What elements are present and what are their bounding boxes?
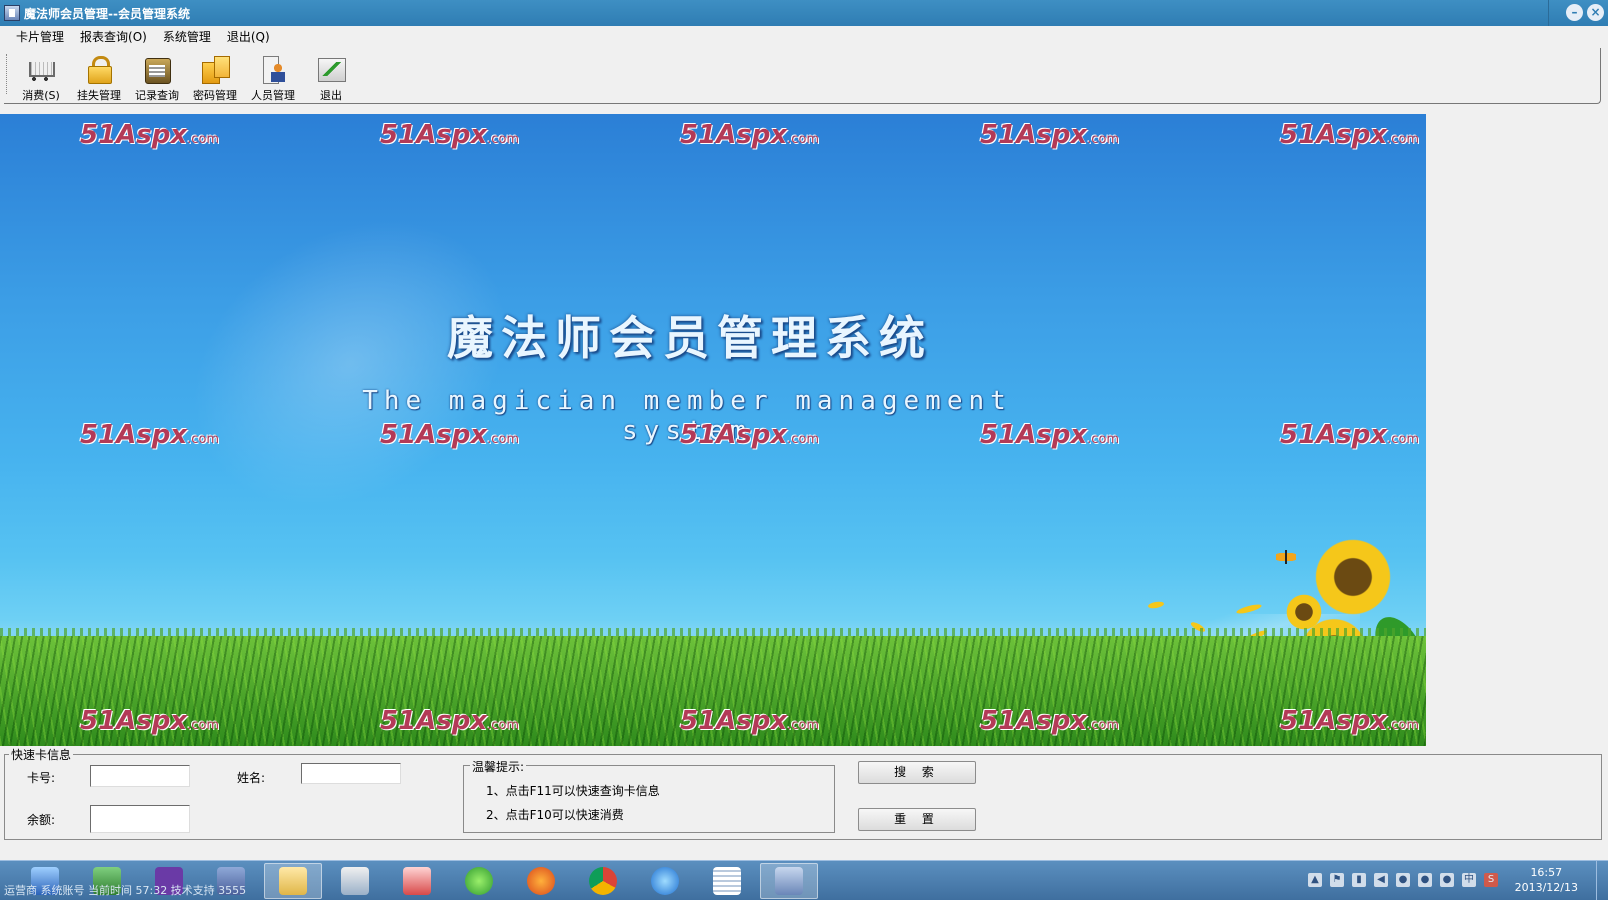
watermark: 51Aspx.com [680,420,820,450]
refresh-icon [465,867,493,895]
tips-legend: 温馨提示: [470,758,527,775]
paint-icon [403,867,431,895]
taskbar-app-member-system[interactable] [760,863,818,899]
watermark: 51Aspx.com [980,120,1120,150]
name-input[interactable] [301,763,401,784]
menu-exit[interactable]: 退出(Q) [219,27,278,47]
tip-item: 1、点击F11可以快速查询卡信息 [486,784,660,798]
taskbar-clock[interactable]: 16:57 2013/12/13 [1515,865,1578,895]
app-tray-icon[interactable]: ● [1396,873,1410,887]
minimize-icon[interactable]: – [1566,4,1583,21]
watermark: 51Aspx.com [680,120,820,150]
staff-management-label: 人员管理 [251,89,295,102]
watermark: 51Aspx.com [680,706,820,736]
password-management-button[interactable]: 密码管理 [186,48,244,103]
welcome-banner: 51Aspx.com 51Aspx.com 51Aspx.com 51Aspx.… [0,114,1426,746]
toolbar-grip[interactable] [6,54,9,94]
watermark: 51Aspx.com [380,706,520,736]
ime-indicator[interactable]: 中 [1462,873,1476,887]
watermark: 51Aspx.com [80,120,220,150]
user-icon [258,54,288,84]
taskbar-app-refresh[interactable] [450,863,508,899]
password-management-label: 密码管理 [193,89,237,102]
network-icon[interactable]: ▮ [1352,873,1366,887]
sogou-icon[interactable]: S [1484,873,1498,887]
taskbar-app-paint[interactable] [388,863,446,899]
taskbar-app-firefox[interactable] [512,863,570,899]
qq-icon[interactable]: ● [1418,873,1432,887]
snipping-icon [341,867,369,895]
search-button[interactable]: 搜 索 [858,761,976,784]
notepad-icon [713,867,741,895]
menu-card-management[interactable]: 卡片管理 [8,27,72,47]
record-query-label: 记录查询 [135,89,179,102]
balance-label: 余额: [27,813,56,827]
banner-title-cn: 魔法师会员管理系统 [447,311,933,365]
firefox-icon [527,867,555,895]
tips-group: 温馨提示: 1、点击F11可以快速查询卡信息 2、点击F10可以快速消费 [463,758,835,833]
flag-icon[interactable]: ⚑ [1330,873,1344,887]
menu-system-management[interactable]: 系统管理 [155,27,219,47]
reset-button[interactable]: 重 置 [858,808,976,831]
show-desktop-button[interactable] [1596,861,1608,900]
menu-bar: 卡片管理 报表查询(O) 系统管理 退出(Q) [0,26,1608,48]
watermark: 51Aspx.com [80,706,220,736]
close-icon[interactable]: × [1587,4,1604,21]
volume-icon[interactable]: ◀ [1374,873,1388,887]
window-controls: – × [1566,4,1604,21]
consume-label: 消费(S) [22,89,60,102]
watermark: 51Aspx.com [980,706,1120,736]
window-title: 魔法师会员管理--会员管理系统 [24,6,190,21]
qq-icon[interactable]: ● [1440,873,1454,887]
lock-icon [84,54,114,84]
quick-card-legend: 快速卡信息 [9,746,74,763]
toolbar: 消费(S) 挂失管理 记录查询 密码管理 人员管理 退出 [4,48,1601,104]
watermark: 51Aspx.com [380,420,520,450]
card-number-input[interactable] [90,765,190,787]
exit-icon [316,54,346,83]
menu-report-query[interactable]: 报表查询(O) [72,27,155,47]
system-tray: ▲ ⚑ ▮ ◀ ● ● ● 中 S [1308,873,1498,887]
exit-button[interactable]: 退出 [302,48,360,103]
app-icon [4,5,20,21]
record-icon [142,54,172,84]
title-bar: 魔法师会员管理--会员管理系统 – × [0,0,1608,26]
chevron-up-icon[interactable]: ▲ [1308,873,1322,887]
clock-time: 16:57 [1530,866,1563,879]
exit-label: 退出 [320,89,342,102]
balance-input[interactable] [90,805,190,833]
watermark: 51Aspx.com [1280,420,1420,450]
name-label: 姓名: [237,771,266,785]
status-bar: 运营商 系统账号 当前时间 57:32 技术支持 3555 [4,884,247,897]
chrome-icon [589,867,617,895]
taskbar-app-explorer[interactable] [264,863,322,899]
taskbar-app-snipping[interactable] [326,863,384,899]
watermark: 51Aspx.com [1280,120,1420,150]
card-number-label: 卡号: [27,771,56,785]
record-query-button[interactable]: 记录查询 [128,48,186,103]
password-icon [200,54,230,84]
watermark: 51Aspx.com [980,420,1120,450]
internet-explorer-icon [651,867,679,895]
taskbar-app-chrome[interactable] [574,863,632,899]
member-system-icon [775,867,803,895]
watermark: 51Aspx.com [1280,706,1420,736]
quick-card-panel: 快速卡信息 卡号: 姓名: 余额: 温馨提示: 1、点击F11可以快速查询卡信息… [4,746,1602,840]
titlebar-separator [1548,0,1549,26]
taskbar-app-ie[interactable] [636,863,694,899]
tip-item: 2、点击F10可以快速消费 [486,808,624,822]
consume-button[interactable]: 消费(S) [12,48,70,103]
taskbar-app-notepad[interactable] [698,863,756,899]
loss-report-button[interactable]: 挂失管理 [70,48,128,103]
clock-date: 2013/12/13 [1514,881,1578,894]
cart-icon [26,54,56,83]
loss-report-label: 挂失管理 [77,89,121,102]
staff-management-button[interactable]: 人员管理 [244,48,302,103]
folder-icon [279,867,307,895]
watermark: 51Aspx.com [80,420,220,450]
petal-decoration [1147,600,1165,610]
watermark: 51Aspx.com [380,120,520,150]
butterfly-decoration [1276,550,1296,564]
